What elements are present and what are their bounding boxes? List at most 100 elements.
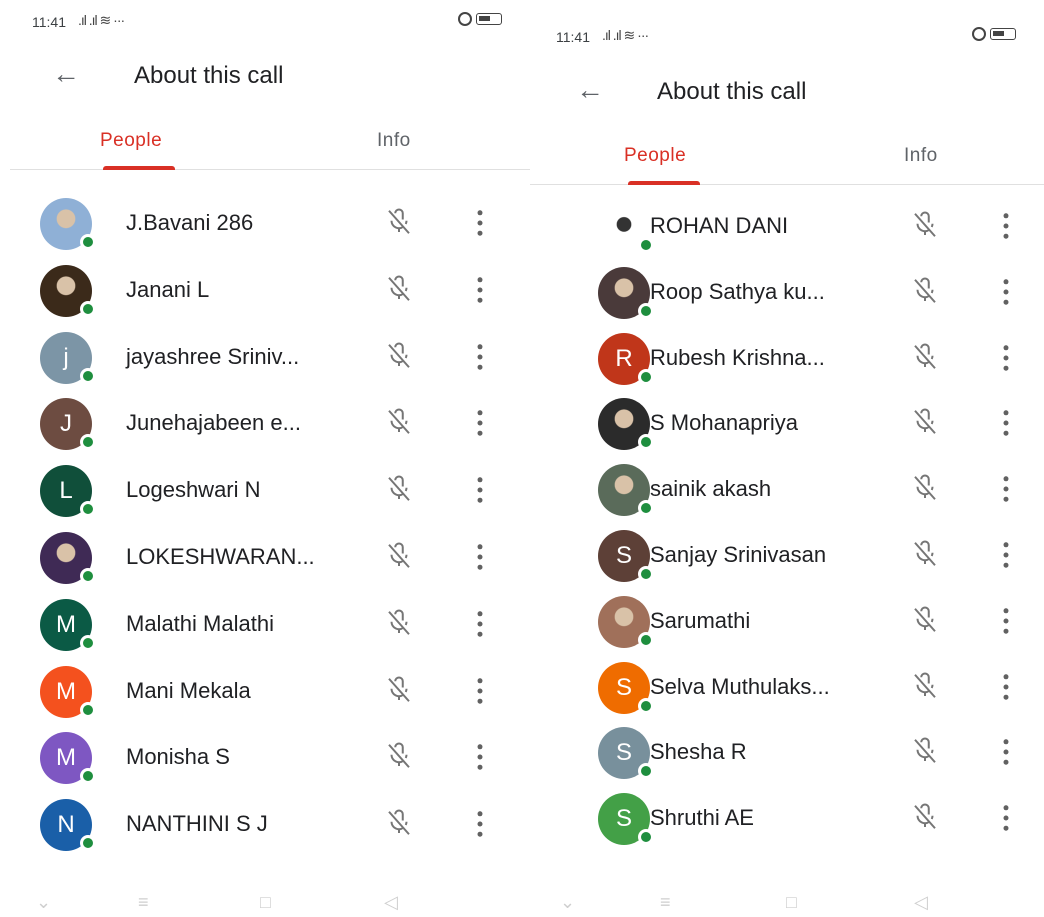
more-vert-icon[interactable] xyxy=(996,341,1016,375)
participant-row[interactable]: S Selva Muthulaks... xyxy=(530,654,1044,720)
mic-off-icon[interactable] xyxy=(910,604,940,636)
presence-dot xyxy=(80,835,96,852)
avatar xyxy=(598,595,654,648)
participant-row[interactable]: N NANTHINI S J xyxy=(0,791,530,857)
status-time: 11:41 xyxy=(32,14,66,30)
mic-off-icon[interactable] xyxy=(910,538,940,570)
alarm-icon xyxy=(458,12,472,26)
participant-row[interactable]: J.Bavani 286 xyxy=(0,190,530,256)
participant-row[interactable]: S Shesha R xyxy=(530,719,1044,785)
status-icons xyxy=(972,27,1016,41)
more-vert-icon[interactable] xyxy=(996,209,1016,243)
mic-off-icon[interactable] xyxy=(910,801,940,833)
arrow-back-icon[interactable]: ← xyxy=(576,76,604,104)
mic-off-icon[interactable] xyxy=(384,206,414,238)
avatar xyxy=(598,266,654,319)
participant-row[interactable]: S Shruthi AE xyxy=(530,785,1044,851)
participant-name: Sanjay Srinivasan xyxy=(650,542,827,567)
avatar-initial: L xyxy=(59,477,73,505)
participant-row[interactable]: J Junehajabeen e... xyxy=(0,390,530,456)
participant-row[interactable]: sainik akash xyxy=(530,456,1044,522)
more-vert-icon[interactable] xyxy=(996,406,1016,440)
presence-dot xyxy=(80,234,96,250)
mic-off-icon[interactable] xyxy=(384,540,414,572)
participant-name: NANTHINI S J xyxy=(126,811,268,837)
participant-row[interactable]: j jayashree Sriniv... xyxy=(0,324,530,390)
presence-dot xyxy=(638,500,654,517)
presence-dot xyxy=(80,768,96,785)
tab-info[interactable]: Info xyxy=(904,145,938,167)
more-vert-icon[interactable] xyxy=(470,340,490,374)
avatar: N xyxy=(40,799,96,852)
participant-row[interactable]: L Logeshwari N xyxy=(0,457,530,523)
more-vert-icon[interactable] xyxy=(470,674,490,708)
nav-chevron-icon[interactable]: ⌄ xyxy=(560,892,575,913)
mic-off-icon[interactable] xyxy=(384,807,414,839)
avatar xyxy=(40,198,96,250)
mic-off-icon[interactable] xyxy=(910,275,940,307)
battery-icon xyxy=(990,28,1016,40)
participant-row[interactable]: M Mani Mekala xyxy=(0,658,530,724)
mic-off-icon[interactable] xyxy=(384,674,414,706)
nav-back-icon[interactable]: ◁ xyxy=(384,892,398,913)
more-vert-icon[interactable] xyxy=(470,406,490,440)
mic-off-icon[interactable] xyxy=(910,209,940,241)
more-vert-icon[interactable] xyxy=(996,670,1016,704)
more-vert-icon[interactable] xyxy=(996,275,1016,309)
more-vert-icon[interactable] xyxy=(996,472,1016,506)
signal-wifi-icons: .ıl .ıl ≋ ··· xyxy=(78,12,125,28)
participant-row[interactable]: S Sanjay Srinivasan xyxy=(530,522,1044,588)
more-vert-icon[interactable] xyxy=(996,604,1016,638)
more-vert-icon[interactable] xyxy=(470,807,490,841)
more-vert-icon[interactable] xyxy=(996,801,1016,835)
presence-dot xyxy=(80,434,96,451)
mic-off-icon[interactable] xyxy=(384,740,414,772)
participant-row[interactable]: Sarumathi xyxy=(530,588,1044,654)
mic-off-icon[interactable] xyxy=(384,406,414,438)
more-vert-icon[interactable] xyxy=(470,273,490,307)
participant-row[interactable]: ROHAN DANI xyxy=(530,193,1044,259)
tab-info[interactable]: Info xyxy=(377,130,411,152)
more-vert-icon[interactable] xyxy=(996,538,1016,572)
more-vert-icon[interactable] xyxy=(470,473,490,507)
avatar xyxy=(598,398,654,451)
participant-name: ROHAN DANI xyxy=(650,213,789,238)
participant-row[interactable]: Janani L xyxy=(0,257,530,323)
more-vert-icon[interactable] xyxy=(470,607,490,641)
avatar xyxy=(598,464,654,517)
avatar: M xyxy=(40,732,96,785)
nav-menu-icon[interactable]: ≡ xyxy=(660,892,671,913)
tab-people[interactable]: People xyxy=(100,130,162,152)
nav-chevron-icon[interactable]: ⌄ xyxy=(36,892,51,913)
participant-row[interactable]: S Mohanapriya xyxy=(530,390,1044,456)
nav-back-icon[interactable]: ◁ xyxy=(914,892,928,913)
avatar: R xyxy=(598,332,654,385)
mic-off-icon[interactable] xyxy=(910,406,940,438)
participant-row[interactable]: M Monisha S xyxy=(0,724,530,790)
more-vert-icon[interactable] xyxy=(470,740,490,774)
mic-off-icon[interactable] xyxy=(384,273,414,305)
mic-off-icon[interactable] xyxy=(384,607,414,639)
nav-home-icon[interactable]: □ xyxy=(786,892,797,913)
more-vert-icon[interactable] xyxy=(470,540,490,574)
participant-row[interactable]: Roop Sathya ku... xyxy=(530,259,1044,325)
tab-people[interactable]: People xyxy=(624,145,686,167)
mic-off-icon[interactable] xyxy=(910,472,940,504)
mic-off-icon[interactable] xyxy=(910,735,940,767)
nav-menu-icon[interactable]: ≡ xyxy=(138,892,149,913)
nav-home-icon[interactable]: □ xyxy=(260,892,271,913)
status-icons xyxy=(458,12,502,26)
presence-dot xyxy=(638,829,654,846)
participant-row[interactable]: R Rubesh Krishna... xyxy=(530,325,1044,391)
mic-off-icon[interactable] xyxy=(910,670,940,702)
presence-dot xyxy=(638,368,654,385)
participant-row[interactable]: LOKESHWARAN... xyxy=(0,524,530,590)
more-vert-icon[interactable] xyxy=(470,206,490,240)
arrow-back-icon[interactable]: ← xyxy=(52,60,80,88)
mic-off-icon[interactable] xyxy=(384,473,414,505)
mic-off-icon[interactable] xyxy=(384,340,414,372)
presence-dot xyxy=(80,501,96,518)
more-vert-icon[interactable] xyxy=(996,735,1016,769)
participant-row[interactable]: M Malathi Malathi xyxy=(0,591,530,657)
mic-off-icon[interactable] xyxy=(910,341,940,373)
